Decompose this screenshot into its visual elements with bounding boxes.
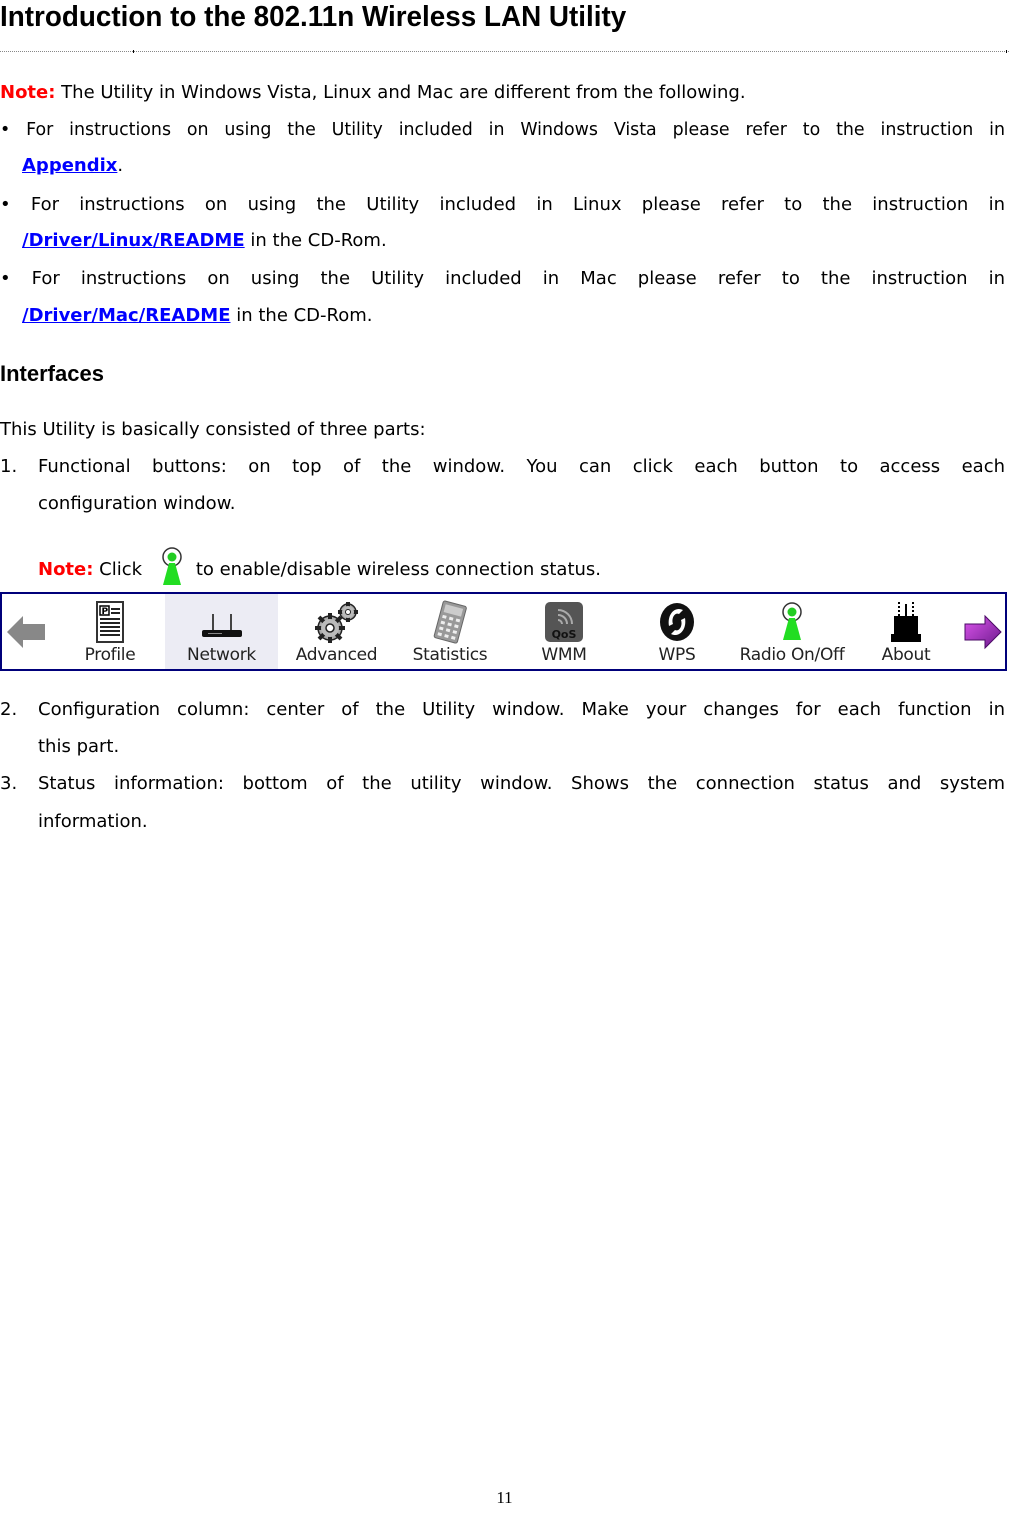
list-item: 3. Status information: bottom of the util… [0, 773, 1005, 795]
forward-button[interactable] [960, 594, 1005, 669]
toolbar-about-button[interactable]: About [868, 594, 944, 669]
toolbar-statistics-button[interactable]: Statistics [400, 594, 500, 669]
toolbar-radio-button[interactable]: Radio On/Off [728, 594, 856, 669]
back-button[interactable] [2, 594, 50, 669]
linux-readme-link[interactable]: /Driver/Linux/README [22, 230, 245, 251]
forward-arrow-icon [964, 614, 1002, 650]
list-number: 3. [0, 773, 18, 794]
bullet-continuation: Appendix. [22, 155, 1009, 177]
wps-icon [660, 603, 694, 641]
mac-readme-link[interactable]: /Driver/Mac/README [22, 305, 231, 326]
bullet-after: in the CD-Rom. [230, 305, 373, 326]
note-text: The Utility in Windows Vista, Linux and … [55, 82, 746, 103]
list-item: 1. Functional buttons: on top of the wind… [0, 456, 1005, 478]
list-item: 2. Configuration column: center of the Ut… [0, 699, 1005, 721]
list-item-continuation: configuration window. [38, 493, 236, 514]
back-arrow-icon [7, 616, 45, 648]
title-divider [0, 51, 1009, 52]
bullet-continuation: /Driver/Mac/README in the CD-Rom. [22, 305, 1009, 327]
radio-antenna-icon [782, 602, 802, 640]
toolbar-label: WPS [658, 645, 696, 665]
qos-icon: QoS [545, 602, 583, 642]
note-label: Note: [0, 82, 56, 103]
toolbar-label: Network [187, 645, 256, 665]
list-text: Functional buttons: on top of the window… [38, 456, 1005, 477]
bullet-text: • For instructions on using the Utility … [0, 268, 1005, 289]
calculator-icon [433, 600, 467, 644]
note-text: to enable/disable wireless connection st… [195, 559, 602, 580]
utility-toolbar: P Profile Network Advanced Statistics Qo… [0, 592, 1007, 671]
svg-text:P: P [102, 607, 109, 617]
radio-antenna-icon [154, 545, 190, 587]
bullet-after: . [117, 155, 124, 176]
router-icon [201, 614, 242, 637]
divider-tick [1006, 50, 1007, 53]
divider-tick [133, 50, 134, 53]
about-device-icon [891, 602, 921, 642]
bullet-text: • For instructions on using the Utility … [0, 120, 1005, 140]
page-title: Introduction to the 802.11n Wireless LAN… [0, 1, 627, 33]
bullet-after: in the CD-Rom. [244, 230, 387, 251]
toolbar-advanced-button[interactable]: Advanced [284, 594, 389, 669]
profile-icon: P [96, 601, 124, 643]
toolbar-profile-button[interactable]: P Profile [60, 594, 160, 669]
bullet-item: • For instructions on using the Utility … [0, 194, 1005, 216]
toolbar-label: Radio On/Off [739, 645, 845, 665]
list-number: 2. [0, 699, 18, 720]
bullet-continuation: /Driver/Linux/README in the CD-Rom. [22, 230, 1009, 252]
page-number: 11 [496, 1488, 513, 1507]
bullet-item: • For instructions on using the Utility … [0, 119, 1005, 141]
toolbar-wmm-button[interactable]: QoS WMM [514, 594, 614, 669]
toolbar-label: About [881, 645, 931, 665]
toolbar-label: Advanced [295, 645, 378, 665]
bullet-text: • For instructions on using the Utility … [0, 194, 1005, 215]
svg-text:QoS: QoS [552, 628, 577, 641]
note-text: Click [93, 559, 143, 580]
list-text: Status information: bottom of the utilit… [38, 773, 1005, 794]
note-label: Note: [38, 559, 94, 580]
intro-text: This Utility is basically consisted of t… [0, 419, 426, 440]
list-text: Configuration column: center of the Util… [38, 699, 1005, 720]
toolbar-network-button[interactable]: Network [165, 594, 278, 669]
section-heading: Interfaces [0, 361, 104, 386]
note-paragraph: Note: Click to enable/disable wireless c… [38, 547, 1009, 591]
toolbar-label: WMM [541, 645, 587, 665]
list-number: 1. [0, 456, 18, 477]
note-paragraph: Note: The Utility in Windows Vista, Linu… [0, 82, 1005, 104]
toolbar-wps-button[interactable]: WPS [632, 594, 722, 669]
toolbar-label: Profile [84, 645, 136, 665]
list-item-continuation: information. [38, 811, 148, 832]
bullet-item: • For instructions on using the Utility … [0, 268, 1005, 290]
list-item-continuation: this part. [38, 736, 120, 757]
gears-icon [314, 602, 358, 643]
toolbar-label: Statistics [412, 645, 488, 665]
appendix-link[interactable]: Appendix [22, 155, 117, 176]
